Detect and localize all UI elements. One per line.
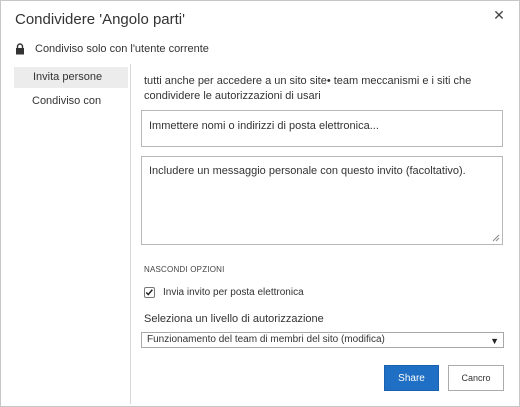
sidebar: Invita persone Condiviso con (14, 67, 128, 112)
send-email-option[interactable]: Invia invito per posta elettronica (144, 287, 304, 298)
permission-value: Funzionamento del team di membri del sit… (147, 334, 385, 345)
permission-label: Seleziona un livello di autorizzazione (144, 313, 324, 325)
share-dialog: Condividere 'Angolo parti' ✕ Condiviso s… (0, 0, 520, 407)
send-email-checkbox[interactable] (144, 287, 155, 298)
sharing-status-text: Condiviso solo con l'utente corrente (35, 43, 209, 55)
send-email-label: Invia invito per posta elettronica (163, 287, 304, 298)
message-textarea[interactable]: Includere un messaggio personale con que… (141, 156, 503, 245)
invite-info-text: tutti anche per accedere a un sito site•… (144, 75, 472, 102)
lock-icon (16, 43, 24, 55)
hide-options-link[interactable]: NASCONDI OPZIONI (144, 265, 225, 274)
close-icon[interactable]: ✕ (491, 7, 507, 23)
sidebar-item-invite-people[interactable]: Invita persone (14, 67, 128, 88)
dropdown-arrow-icon: ▼ (490, 336, 499, 346)
vertical-divider (130, 64, 131, 404)
people-input[interactable]: Immettere nomi o indirizzi di posta elet… (141, 110, 503, 147)
permission-select[interactable]: Funzionamento del team di membri del sit… (141, 332, 504, 348)
message-placeholder: Includere un messaggio personale con que… (149, 165, 466, 177)
resize-grip-icon[interactable] (492, 234, 500, 242)
sidebar-item-shared-with[interactable]: Condiviso con (14, 91, 128, 112)
dialog-title: Condividere 'Angolo parti' (15, 11, 185, 28)
share-button[interactable]: Share (384, 365, 439, 391)
cancel-button[interactable]: Cancro (448, 365, 504, 391)
sharing-status: Condiviso solo con l'utente corrente (15, 42, 209, 56)
checkmark-icon (145, 289, 153, 296)
